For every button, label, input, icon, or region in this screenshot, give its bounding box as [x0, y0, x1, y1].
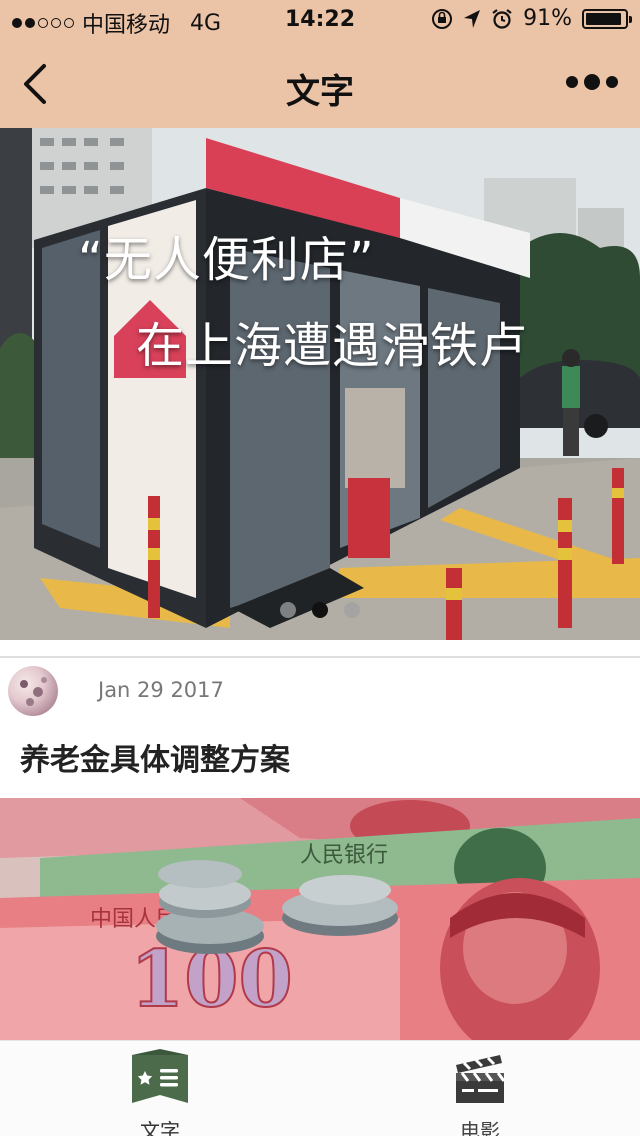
status-bar: 中国移动 4G 14:22 91% — [0, 0, 640, 40]
avatar[interactable] — [8, 666, 58, 716]
battery-fill — [586, 12, 621, 25]
tab-articles[interactable]: 文字 — [100, 1047, 220, 1136]
carousel-pager[interactable] — [0, 602, 640, 618]
section-divider — [0, 656, 640, 658]
location-arrow-icon — [464, 9, 481, 28]
tab-bar: 文字 电影 — [0, 1040, 640, 1136]
tab-label: 电影 — [460, 1119, 500, 1136]
clapperboard-icon — [456, 1055, 506, 1103]
page-title: 文字 — [286, 72, 354, 112]
more-dots-icon[interactable] — [566, 74, 618, 90]
banner-headline-line2: 在上海遭遇滑铁卢 — [136, 318, 529, 374]
banner-image — [0, 128, 640, 640]
banner-headline-line1: “无人便利店” — [78, 232, 375, 288]
article-list-icon — [132, 1049, 188, 1103]
tab-label: 文字 — [140, 1119, 180, 1136]
alarm-icon — [492, 8, 512, 29]
post-image[interactable]: 人民银行 100 中国人民银行 — [0, 798, 640, 1042]
banknotes-image: 人民银行 100 中国人民银行 — [0, 798, 640, 1042]
post-title[interactable]: 养老金具体调整方案 — [20, 735, 290, 779]
tab-movies[interactable]: 电影 — [420, 1047, 540, 1136]
orientation-lock-icon — [432, 8, 453, 29]
battery-percent: 91% — [523, 6, 572, 31]
battery-icon — [582, 8, 632, 29]
status-right: 91% — [431, 6, 632, 31]
banner-carousel[interactable]: “无人便利店” 在上海遭遇滑铁卢 — [0, 128, 640, 640]
svg-text:人民银行: 人民银行 — [300, 843, 388, 868]
pager-dot[interactable] — [344, 602, 360, 618]
pager-dot[interactable] — [312, 602, 328, 618]
app-screen: 中国移动 4G 14:22 91% 文字 “无人便利店” 在上海遭遇滑铁卢 Ja… — [0, 0, 640, 1136]
pager-dot[interactable] — [280, 602, 296, 618]
post-meta: Jan 29 2017 — [0, 660, 640, 722]
post-date: Jan 29 2017 — [98, 678, 224, 702]
navigation-bar: 文字 — [0, 40, 640, 128]
